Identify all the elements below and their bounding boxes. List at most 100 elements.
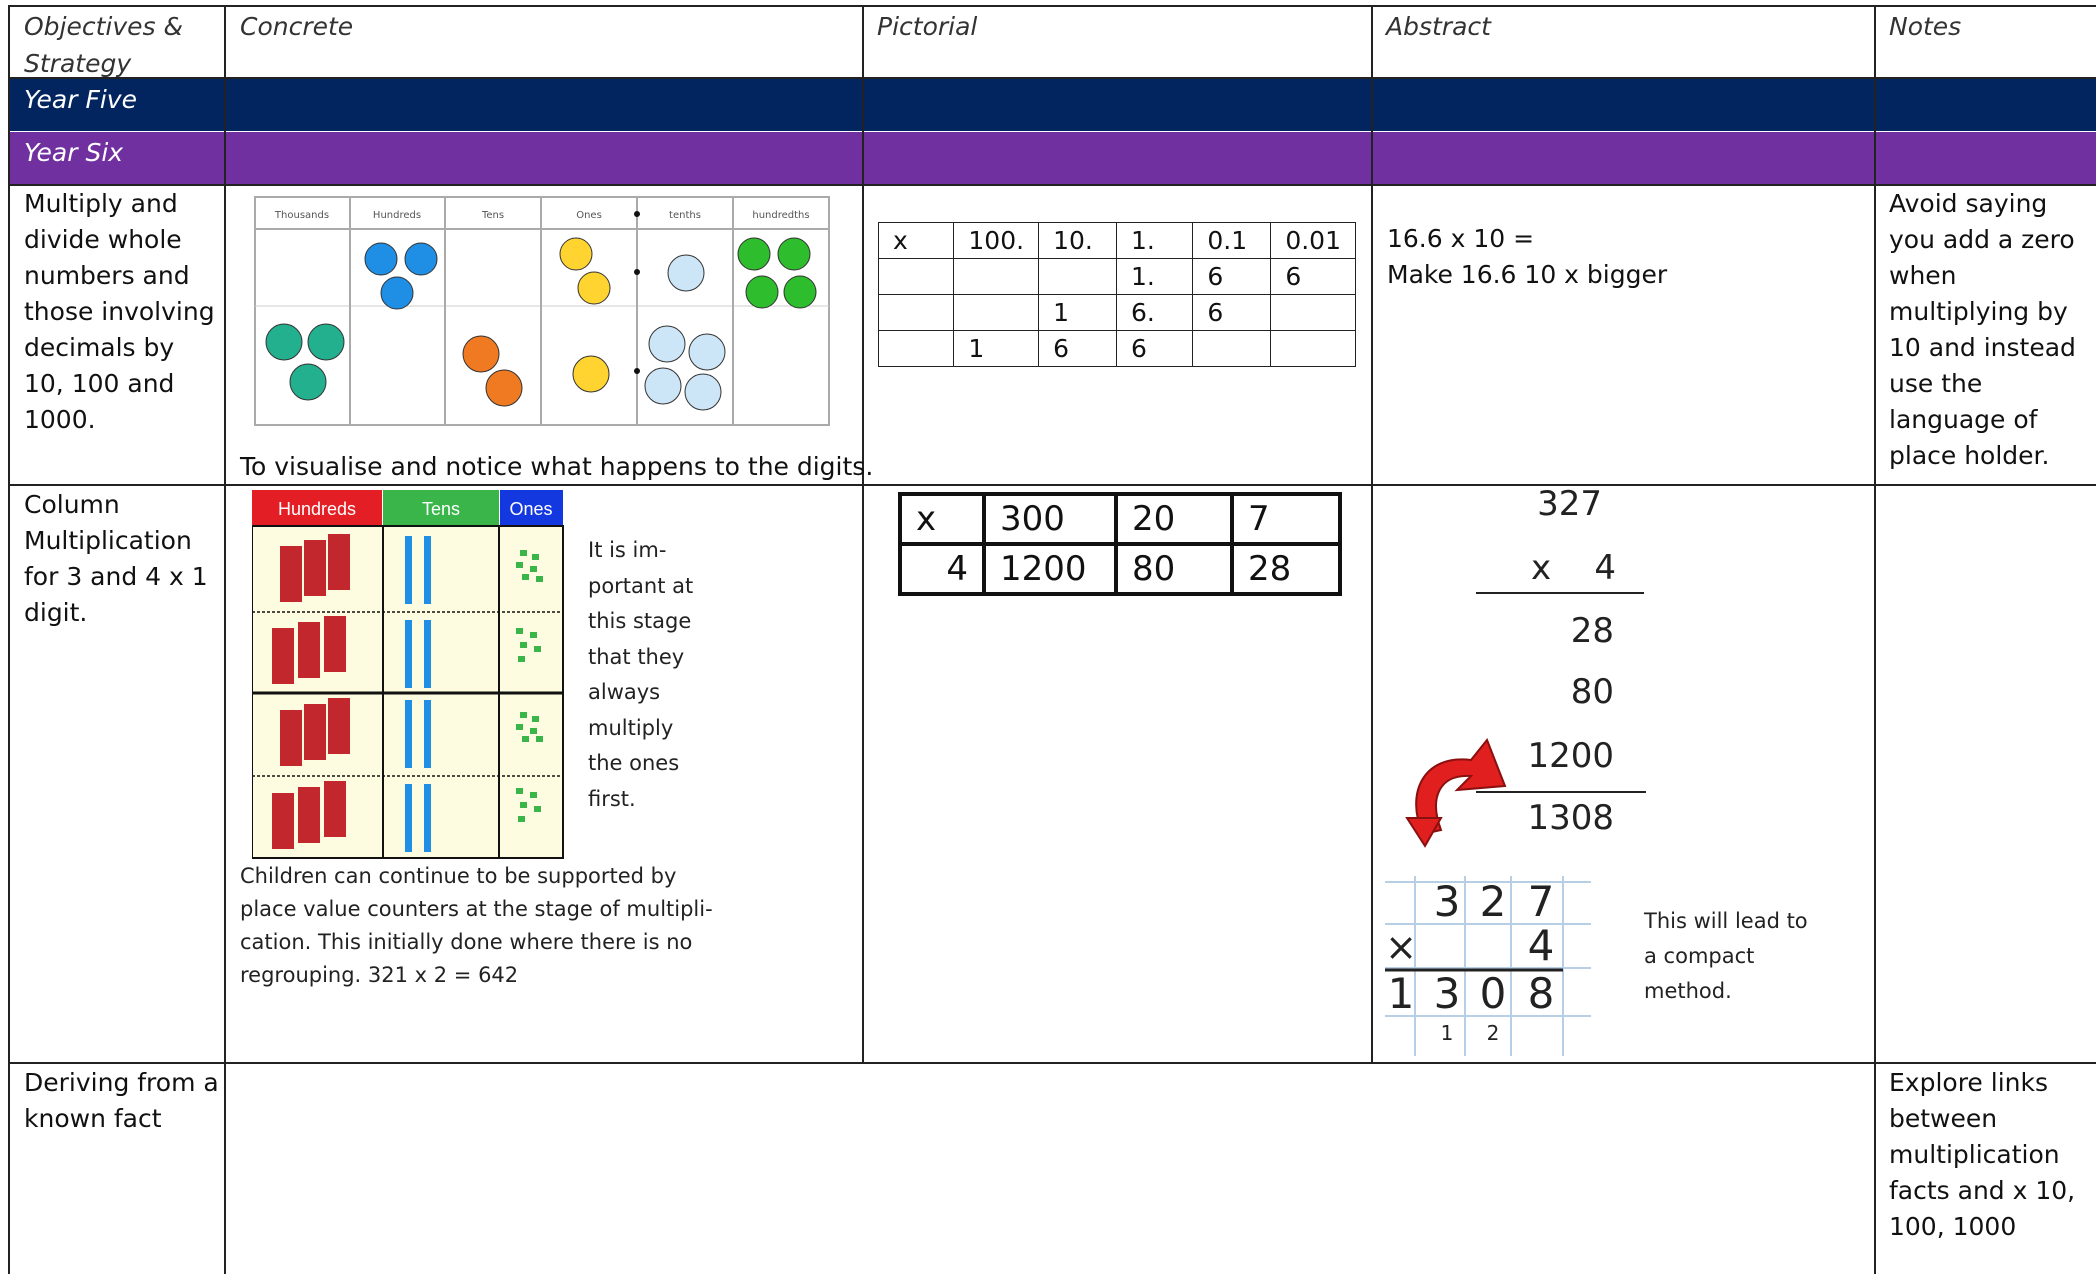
curved-arrow-icon xyxy=(1405,738,1507,848)
compact-carry: 2 xyxy=(1487,1021,1500,1045)
grid-head-tens: Tens xyxy=(422,499,460,519)
compact-digit: 3 xyxy=(1434,969,1461,1018)
table-cell: 4 xyxy=(898,542,986,596)
table-cell: 0.01 xyxy=(1270,222,1356,259)
table-cell: x xyxy=(898,492,986,546)
table-cell: 6 xyxy=(1116,330,1194,367)
table-cell: 6 xyxy=(1192,258,1272,295)
pv-head-5: tenths xyxy=(669,210,701,221)
side-note-line: this stage xyxy=(588,609,692,633)
header-concrete: Concrete xyxy=(240,12,354,41)
table-cell xyxy=(877,258,955,295)
table-cell: 6 xyxy=(1038,330,1118,367)
grid-method-table: x 300 20 7 4 1200 80 28 xyxy=(898,492,1342,596)
compact-method-grid: 3 2 7 × 4 1 3 0 8 1 2 xyxy=(1385,876,1591,1056)
base-ten-grid: Hundreds Tens Ones xyxy=(252,490,564,859)
compact-digit: 0 xyxy=(1480,969,1507,1018)
header-abstract: Abstract xyxy=(1386,12,1491,41)
table-cell: 10. xyxy=(1038,222,1118,259)
table-cell: 300 xyxy=(982,492,1118,546)
table-cell: 20 xyxy=(1114,492,1234,546)
table-row: 4 1200 80 28 xyxy=(898,542,1342,596)
table-cell: 6. xyxy=(1116,294,1194,331)
table-cell xyxy=(953,258,1040,295)
pv-head-3: Tens xyxy=(481,210,504,221)
compact-carry: 1 xyxy=(1441,1021,1454,1045)
table-cell: 100. xyxy=(953,222,1040,259)
header-objectives: Objectives & Strategy xyxy=(24,12,184,78)
abstract-top: 327 xyxy=(1537,484,1602,524)
grid-line xyxy=(1371,5,1373,1064)
side-note-line: It is im- xyxy=(588,538,667,562)
table-cell xyxy=(1038,258,1118,295)
table-cell: 1. xyxy=(1116,258,1194,295)
table-cell: 1 xyxy=(1038,294,1118,331)
compact-digit: 2 xyxy=(1480,877,1507,926)
row1-objective: Multiply and divide whole numbers and th… xyxy=(24,189,215,434)
compact-note-line: method. xyxy=(1644,979,1732,1003)
row1-concrete-caption: To visualise and notice what happens to … xyxy=(240,452,874,481)
caption-line: cation. This initially done where there … xyxy=(240,930,693,954)
compact-digit: 1 xyxy=(1388,969,1415,1018)
compact-digit: 4 xyxy=(1528,921,1555,970)
row3-notes: Explore links between multiplication fac… xyxy=(1889,1068,2076,1241)
header-pictorial: Pictorial xyxy=(877,12,978,41)
row2-side-note: It is im- portant at this stage that the… xyxy=(588,533,698,817)
compact-note-line: This will lead to xyxy=(1644,909,1808,933)
table-cell xyxy=(1270,294,1356,331)
row1-abstract-line2: Make 16.6 10 x bigger xyxy=(1387,260,1668,289)
side-note-line: first. xyxy=(588,786,636,811)
table-cell: 7 xyxy=(1230,492,1342,546)
grid-line xyxy=(8,5,2096,7)
compact-note: This will lead to a compact method. xyxy=(1644,904,1844,1009)
table-cell: x xyxy=(877,222,955,259)
side-note-line: always xyxy=(588,680,661,704)
table-row: x 100. 10. 1. 0.1 0.01 xyxy=(877,222,1356,259)
table-row: 1 6. 6 xyxy=(877,294,1356,331)
year-five-band: Year Five xyxy=(8,78,2096,131)
compact-times: × xyxy=(1385,925,1417,969)
caption-line: place value counters at the stage of mul… xyxy=(240,897,713,921)
compact-digit: 7 xyxy=(1528,877,1555,926)
abstract-partial-1: 28 xyxy=(1570,611,1614,651)
table-cell xyxy=(877,330,955,367)
side-note-line: portant at xyxy=(588,573,694,598)
caption-line: regrouping. 321 x 2 = 642 xyxy=(240,963,519,987)
pictorial-place-value-table: x 100. 10. 1. 0.1 0.01 1. 6 6 1 6. 6 1 6… xyxy=(877,222,1356,367)
compact-note-line: a compact xyxy=(1644,944,1755,968)
row2-objective: Column Multiplication for 3 and 4 x 1 di… xyxy=(24,490,208,627)
year-six-label: Year Six xyxy=(24,138,124,167)
abstract-rule-1 xyxy=(1476,592,1644,594)
side-note-line: multiply xyxy=(588,715,674,740)
grid-line xyxy=(8,1062,2096,1064)
compact-digit: 3 xyxy=(1434,877,1461,926)
side-note-line: the ones xyxy=(588,751,680,775)
row2-caption: Children can continue to be supported by… xyxy=(240,860,860,992)
table-row: 1 6 6 xyxy=(877,330,1356,367)
year-five-label: Year Five xyxy=(24,85,137,114)
table-cell xyxy=(877,294,955,331)
compact-digit: 8 xyxy=(1528,969,1555,1018)
side-note-line: that they xyxy=(588,644,685,669)
pv-head-2: Hundreds xyxy=(373,210,421,221)
table-cell: 28 xyxy=(1230,542,1342,596)
header-notes: Notes xyxy=(1889,12,1962,41)
place-value-chart: Thousands Hundreds Tens Ones tenths hund… xyxy=(254,196,830,426)
table-cell xyxy=(953,294,1040,331)
pv-head-4: Ones xyxy=(576,210,602,221)
table-row: x 300 20 7 xyxy=(898,492,1342,546)
abstract-partial-2: 80 xyxy=(1570,672,1614,712)
abstract-total: 1308 xyxy=(1527,798,1614,838)
grid-line xyxy=(8,77,2096,79)
abstract-partial-3: 1200 xyxy=(1527,736,1614,776)
row3-objective: Deriving from a known fact xyxy=(24,1068,219,1133)
row1-notes: Avoid saying you add a zero when multipl… xyxy=(1889,189,2076,470)
grid-head-ones: Ones xyxy=(509,499,552,519)
grid-line xyxy=(224,5,226,1274)
table-cell: 6 xyxy=(1270,258,1356,295)
table-cell: 1200 xyxy=(982,542,1118,596)
table-cell: 1. xyxy=(1116,222,1194,259)
grid-line xyxy=(862,5,864,1064)
table-cell: 6 xyxy=(1192,294,1272,331)
table-cell xyxy=(1270,330,1356,367)
